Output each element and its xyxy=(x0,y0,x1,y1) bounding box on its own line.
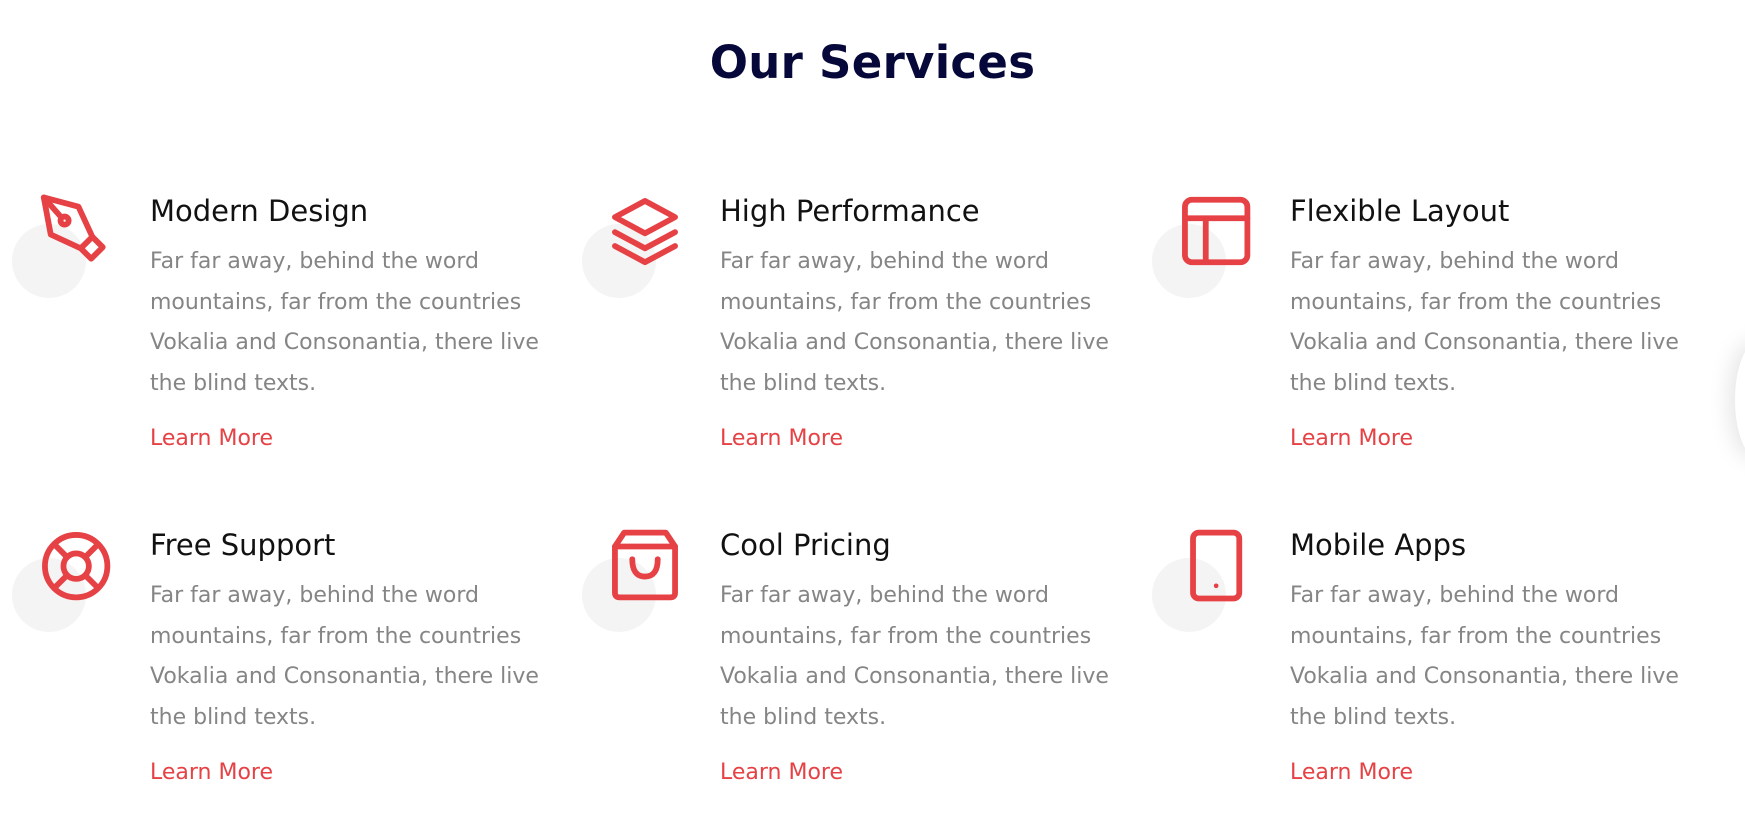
service-description: Far far away, behind the word mountains,… xyxy=(150,249,539,396)
layers-icon xyxy=(608,194,682,268)
service-card-modern-design: Modern Design Far far away, behind the w… xyxy=(0,194,539,504)
service-title: Cool Pricing xyxy=(720,528,891,562)
layout-icon xyxy=(1178,194,1252,268)
shopping-bag-icon xyxy=(608,528,682,602)
service-description: Far far away, behind the word mountains,… xyxy=(720,249,1109,396)
service-title: Mobile Apps xyxy=(1290,528,1467,562)
tablet-icon xyxy=(1178,528,1252,602)
floating-edge-tab xyxy=(1735,340,1745,460)
service-description: Far far away, behind the word mountains,… xyxy=(150,583,539,730)
service-description: Far far away, behind the word mountains,… xyxy=(1290,583,1679,730)
learn-more-link[interactable]: Learn More xyxy=(150,760,273,785)
service-card-flexible-layout: Flexible Layout Far far away, behind the… xyxy=(1140,194,1679,504)
section-title: Our Services xyxy=(709,36,1036,89)
service-title: High Performance xyxy=(720,194,980,228)
service-description: Far far away, behind the word mountains,… xyxy=(1290,249,1679,396)
learn-more-link[interactable]: Learn More xyxy=(720,426,843,451)
learn-more-link[interactable]: Learn More xyxy=(1290,760,1413,785)
learn-more-link[interactable]: Learn More xyxy=(150,426,273,451)
service-card-high-performance: High Performance Far far away, behind th… xyxy=(570,194,1109,504)
pen-nib-icon xyxy=(38,194,112,268)
service-description: Far far away, behind the word mountains,… xyxy=(720,583,1109,730)
learn-more-link[interactable]: Learn More xyxy=(1290,426,1413,451)
service-card-cool-pricing: Cool Pricing Far far away, behind the wo… xyxy=(570,528,1109,838)
service-card-mobile-apps: Mobile Apps Far far away, behind the wor… xyxy=(1140,528,1679,838)
service-card-free-support: Free Support Far far away, behind the wo… xyxy=(0,528,539,838)
service-title: Flexible Layout xyxy=(1290,194,1510,228)
lifebuoy-icon xyxy=(38,528,112,602)
service-title: Modern Design xyxy=(150,194,369,228)
learn-more-link[interactable]: Learn More xyxy=(720,760,843,785)
service-title: Free Support xyxy=(150,528,336,562)
